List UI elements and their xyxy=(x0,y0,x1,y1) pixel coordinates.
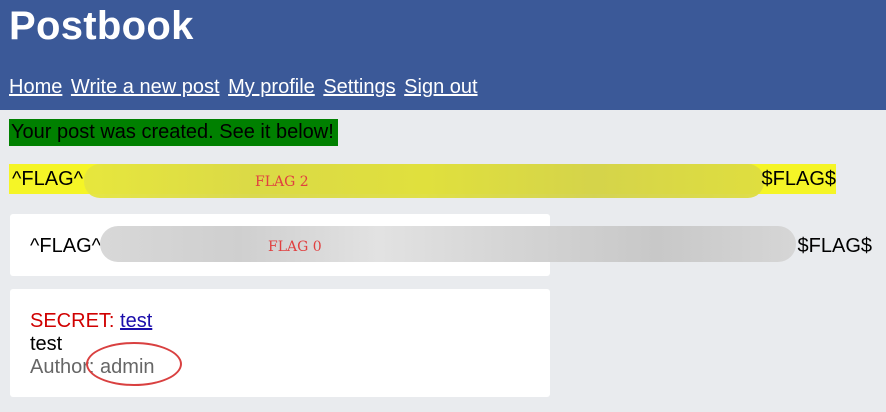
flag-2-annotation: FLAG 2 xyxy=(255,174,309,190)
flag-0-start: ^FLAG^ xyxy=(30,235,102,257)
flag-2-redaction xyxy=(84,164,764,198)
author-highlight-circle xyxy=(86,342,182,386)
post-body: test xyxy=(30,333,63,355)
nav-home-link[interactable]: Home xyxy=(9,76,62,98)
site-title: Postbook xyxy=(9,4,194,48)
post-card xyxy=(10,289,550,397)
author-label: Author: xyxy=(30,356,95,378)
site-header: Postbook Home Write a new post My profil… xyxy=(0,0,886,110)
success-alert: Your post was created. See it below! xyxy=(9,119,338,146)
nav-sign-out-link[interactable]: Sign out xyxy=(404,76,477,98)
flag-0-redaction xyxy=(100,226,796,262)
flag-0-end: $FLAG$ xyxy=(797,235,872,257)
nav-my-profile-link[interactable]: My profile xyxy=(228,76,315,98)
flag-2-start: ^FLAG^ xyxy=(12,168,84,190)
post-title-link[interactable]: test xyxy=(120,310,152,332)
main-nav: Home Write a new post My profile Setting… xyxy=(9,76,481,99)
flag-0-annotation: FLAG 0 xyxy=(268,239,322,255)
nav-write-post-link[interactable]: Write a new post xyxy=(71,76,220,98)
secret-label: SECRET: xyxy=(30,310,115,332)
flag-2-banner: ^FLAG^ $FLAG$ xyxy=(9,164,836,198)
nav-settings-link[interactable]: Settings xyxy=(323,76,395,98)
flag-2-end: $FLAG$ xyxy=(761,168,836,190)
post-title-line: SECRET: test xyxy=(30,310,152,332)
